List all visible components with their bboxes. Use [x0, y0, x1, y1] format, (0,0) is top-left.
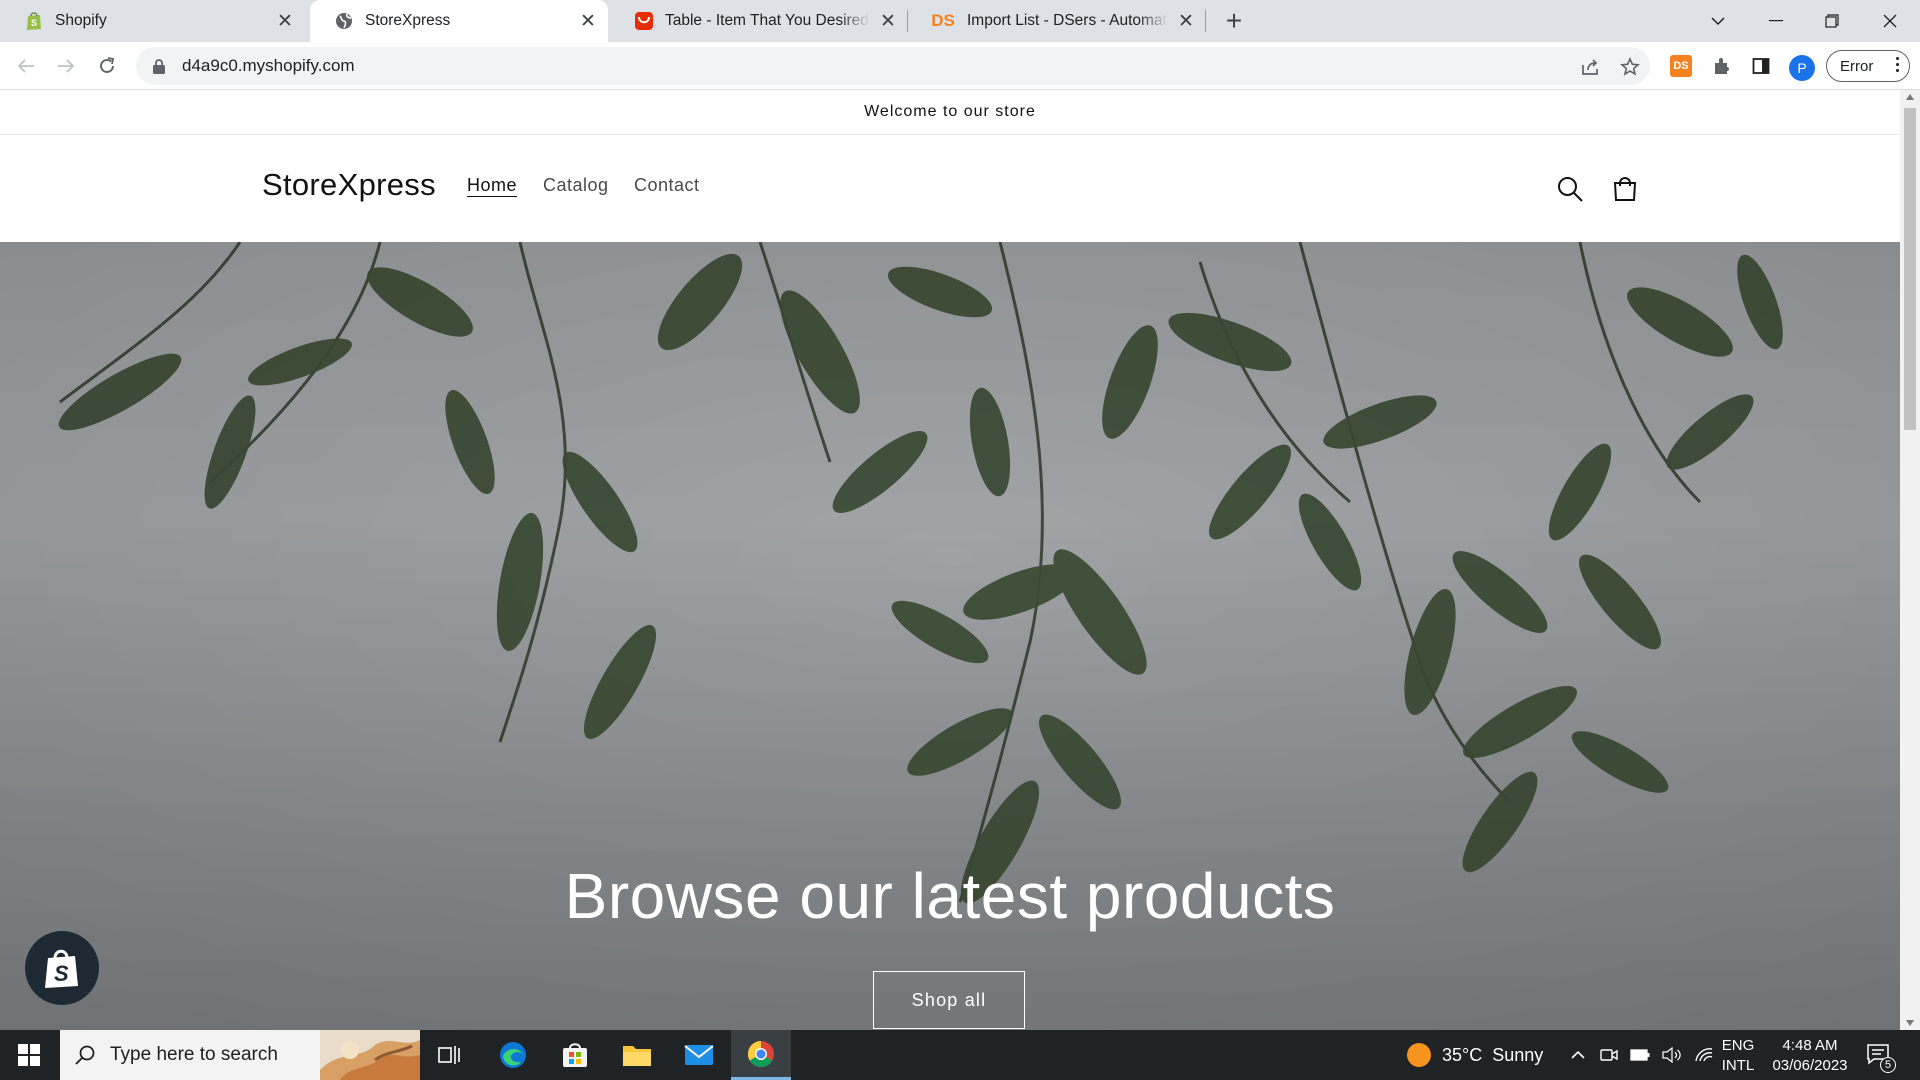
search-icon[interactable] [1554, 173, 1586, 205]
dsers-icon: DS [931, 11, 955, 30]
hero-title: Browse our latest products [564, 860, 1336, 932]
wifi-icon[interactable] [1694, 1047, 1714, 1063]
address-bar[interactable]: d4a9c0.myshopify.com [136, 47, 1650, 85]
shop-all-button[interactable]: Shop all [873, 971, 1025, 1029]
microsoft-store-icon[interactable] [545, 1030, 605, 1080]
tab-title: Table - Item That You Desired - A [665, 12, 870, 29]
url-text: d4a9c0.myshopify.com [182, 56, 355, 75]
hero-banner: Browse our latest products Shop all [0, 242, 1900, 1030]
windows-logo-icon [18, 1044, 40, 1066]
close-window-button[interactable] [1862, 0, 1918, 42]
new-tab-button[interactable]: + [1220, 5, 1248, 36]
close-icon[interactable]: ✕ [1174, 9, 1198, 33]
tab-aliexpress[interactable]: Table - Item That You Desired - A ✕ [610, 0, 908, 42]
meet-now-icon[interactable] [1600, 1047, 1618, 1063]
chrome-icon[interactable] [731, 1030, 791, 1080]
star-icon[interactable] [1619, 56, 1641, 78]
page-viewport: Welcome to our store StoreXpress Home Ca… [0, 90, 1900, 1030]
taskbar-search[interactable]: Type here to search [60, 1030, 420, 1080]
keyboard-layout: INTL [1721, 1057, 1755, 1074]
reload-button[interactable] [91, 50, 123, 82]
sun-icon [1407, 1043, 1431, 1067]
tab-search-button[interactable] [1690, 0, 1746, 42]
share-icon[interactable] [1579, 56, 1601, 78]
edge-icon[interactable] [483, 1030, 543, 1080]
scrollbar-thumb[interactable] [1904, 108, 1916, 430]
notification-count-badge: 5 [1880, 1057, 1896, 1073]
tab-shopify[interactable]: S Shopify ✕ [0, 0, 305, 42]
chevron-down-icon [1711, 17, 1725, 26]
close-icon[interactable]: ✕ [876, 9, 900, 33]
close-icon[interactable]: ✕ [273, 9, 297, 33]
profile-avatar[interactable]: P [1789, 55, 1815, 81]
tab-title: Import List - DSers - Automation [967, 12, 1168, 29]
minimize-button[interactable] [1748, 0, 1804, 42]
search-icon [75, 1045, 95, 1065]
tab-strip: S Shopify ✕ StoreXpress ✕ Table - Item T… [0, 0, 1920, 42]
arrow-left-icon [17, 59, 34, 73]
announcement-text: Welcome to our store [864, 103, 1036, 120]
tab-separator [1205, 10, 1206, 32]
announcement-bar: Welcome to our store [0, 90, 1900, 135]
error-menu-button[interactable]: Error [1826, 50, 1910, 82]
cart-icon[interactable] [1609, 173, 1641, 205]
globe-icon [334, 11, 354, 31]
battery-icon[interactable] [1630, 1049, 1650, 1061]
kebab-menu-icon [1896, 57, 1899, 72]
page-scrollbar[interactable] [1900, 90, 1920, 1030]
taskbar-search-placeholder: Type here to search [110, 1044, 278, 1065]
svg-text:S: S [54, 961, 69, 986]
reload-icon [100, 57, 115, 73]
nav-contact[interactable]: Contact [634, 175, 700, 196]
close-icon [1883, 14, 1897, 28]
search-highlight-illustration [320, 1030, 420, 1080]
file-explorer-icon[interactable] [607, 1030, 667, 1080]
task-view-icon[interactable] [420, 1030, 480, 1080]
close-icon[interactable]: ✕ [576, 9, 600, 33]
mail-icon[interactable] [669, 1030, 729, 1080]
chevron-up-icon[interactable] [1570, 1050, 1586, 1060]
lock-icon [153, 59, 165, 74]
weather-text: 35°C Sunny [1442, 1044, 1544, 1065]
arrow-right-icon [58, 59, 75, 73]
site-header: StoreXpress Home Catalog Contact [0, 135, 1900, 242]
clock-time: 4:48 AM [1782, 1037, 1838, 1054]
clock-date: 03/06/2023 [1772, 1057, 1848, 1074]
weather-widget[interactable]: 35°C Sunny [1406, 1030, 1543, 1080]
puzzle-icon[interactable] [1711, 55, 1733, 77]
tab-title: Shopify [55, 12, 107, 29]
tab-title: StoreXpress [365, 12, 451, 29]
restore-icon [1825, 14, 1839, 28]
shopify-icon: S [24, 11, 44, 31]
back-button[interactable] [10, 50, 42, 82]
clock[interactable]: 4:48 AM 03/06/2023 [1762, 1036, 1858, 1076]
language-code: ENG [1721, 1037, 1755, 1054]
notification-center-button[interactable]: 5 [1866, 1043, 1896, 1073]
error-label: Error [1840, 57, 1874, 75]
restore-button[interactable] [1804, 0, 1860, 42]
dsers-extension-icon[interactable]: DS [1670, 55, 1692, 77]
nav-home[interactable]: Home [467, 175, 517, 196]
shopify-bag-icon[interactable]: S [25, 931, 99, 1005]
browser-toolbar: d4a9c0.myshopify.com DS P Error [0, 42, 1920, 90]
nav-catalog[interactable]: Catalog [543, 175, 609, 196]
start-button[interactable] [0, 1030, 58, 1080]
tab-dsers[interactable]: DS Import List - DSers - Automation ✕ [906, 0, 1206, 42]
volume-icon[interactable] [1662, 1047, 1682, 1063]
svg-text:S: S [31, 18, 37, 28]
forward-button[interactable] [50, 50, 82, 82]
minimize-icon [1769, 20, 1783, 22]
store-logo[interactable]: StoreXpress [262, 167, 436, 203]
tab-storexpress[interactable]: StoreXpress ✕ [310, 0, 608, 42]
language-indicator[interactable]: ENG INTL [1718, 1036, 1758, 1076]
side-panel-icon[interactable] [1750, 55, 1772, 77]
scroll-up-icon[interactable] [1905, 92, 1915, 102]
windows-taskbar: Type here to search 35°C Sunny ENG INTL … [0, 1030, 1920, 1080]
scroll-down-icon[interactable] [1905, 1018, 1915, 1028]
system-tray [1570, 1030, 1714, 1080]
aliexpress-icon [634, 11, 654, 31]
